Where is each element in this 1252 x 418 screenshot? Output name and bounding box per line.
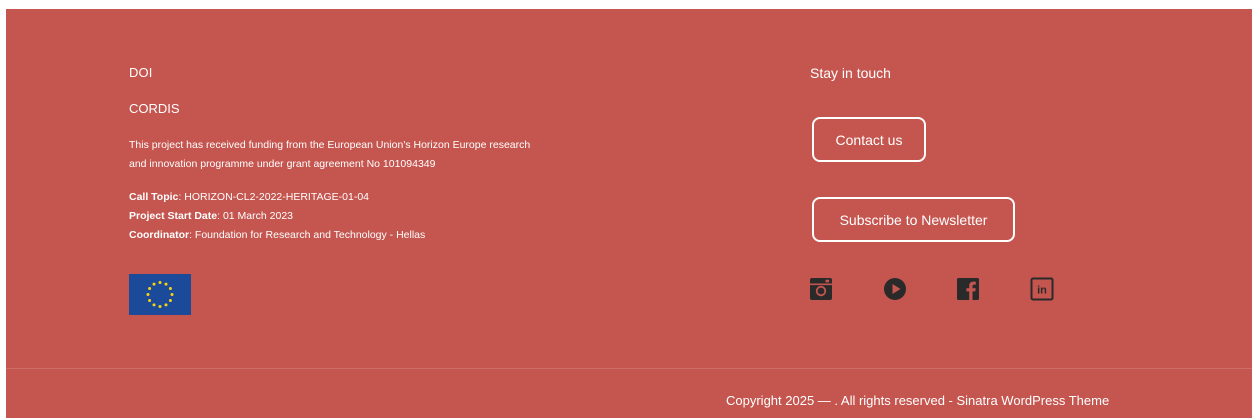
cordis-link[interactable]: CORDIS — [129, 101, 180, 116]
coordinator-value: : Foundation for Research and Technology… — [189, 229, 426, 241]
instagram-icon[interactable] — [809, 277, 833, 301]
funding-statement: This project has received funding from t… — [129, 139, 531, 170]
doi-link[interactable]: DOI — [129, 65, 152, 80]
linkedin-icon[interactable]: in — [1030, 277, 1054, 301]
youtube-icon[interactable] — [883, 277, 907, 301]
call-topic-line: Call Topic: HORIZON-CL2-2022-HERITAGE-01… — [129, 188, 425, 207]
subscribe-newsletter-button[interactable]: Subscribe to Newsletter — [812, 197, 1015, 242]
copyright-prefix: Copyright 2025 — . All rights reserved - — [726, 393, 957, 408]
page: DOI CORDIS This project has received fun… — [0, 0, 1252, 418]
call-topic-label: Call Topic — [129, 191, 179, 203]
start-date-label: Project Start Date — [129, 210, 218, 222]
eu-flag-logo — [129, 274, 191, 315]
coordinator-label: Coordinator — [129, 229, 190, 241]
svg-text:in: in — [1037, 285, 1047, 297]
facebook-icon[interactable] — [956, 277, 980, 301]
footer-divider — [6, 368, 1252, 369]
coordinator-line: Coordinator: Foundation for Research and… — [129, 226, 425, 245]
copyright-text: Copyright 2025 — . All rights reserved -… — [726, 393, 1109, 408]
call-topic-value: : HORIZON-CL2-2022-HERITAGE-01-04 — [178, 191, 370, 203]
contact-us-button[interactable]: Contact us — [812, 117, 926, 162]
site-footer: DOI CORDIS This project has received fun… — [6, 9, 1252, 418]
start-date-value: : 01 March 2023 — [217, 210, 294, 222]
stay-in-touch-heading: Stay in touch — [810, 65, 891, 81]
start-date-line: Project Start Date: 01 March 2023 — [129, 207, 425, 226]
theme-credit-link[interactable]: Sinatra WordPress Theme — [957, 393, 1110, 408]
project-info: Call Topic: HORIZON-CL2-2022-HERITAGE-01… — [129, 188, 425, 245]
